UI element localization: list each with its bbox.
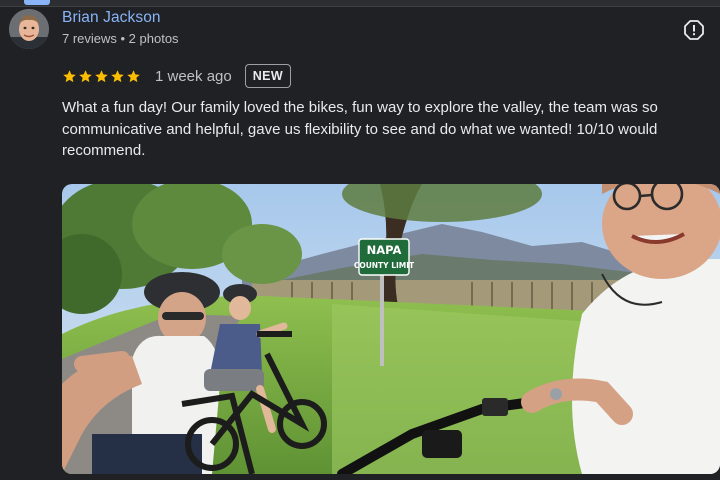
tab-indicator (24, 0, 50, 5)
avatar-photo (9, 9, 49, 49)
review-card: Brian Jackson 7 reviews • 2 photos 1 wee… (0, 0, 720, 480)
star-icon (79, 69, 92, 82)
avatar[interactable] (9, 9, 49, 49)
review-photo-image: NAPA COUNTY LIMIT (62, 184, 720, 474)
report-button[interactable] (683, 19, 705, 41)
review-text: What a fun day! Our family loved the bik… (62, 99, 658, 159)
star-icon (111, 69, 124, 82)
top-divider (0, 0, 720, 7)
rating-row: 1 week ago NEW (62, 63, 292, 89)
reviewer-name[interactable]: Brian Jackson (62, 9, 161, 27)
star-icon (127, 69, 140, 82)
review-photo[interactable]: NAPA COUNTY LIMIT (62, 184, 720, 474)
new-badge: NEW (244, 64, 292, 88)
star-icon (63, 69, 76, 82)
sign-line1: NAPA (367, 243, 402, 257)
report-icon (684, 20, 704, 40)
review-date: 1 week ago (155, 67, 232, 85)
sign-line2: COUNTY LIMIT (354, 261, 415, 270)
star-rating (62, 69, 141, 84)
reviewer-stats: 7 reviews • 2 photos (62, 31, 179, 46)
star-icon (95, 69, 108, 82)
